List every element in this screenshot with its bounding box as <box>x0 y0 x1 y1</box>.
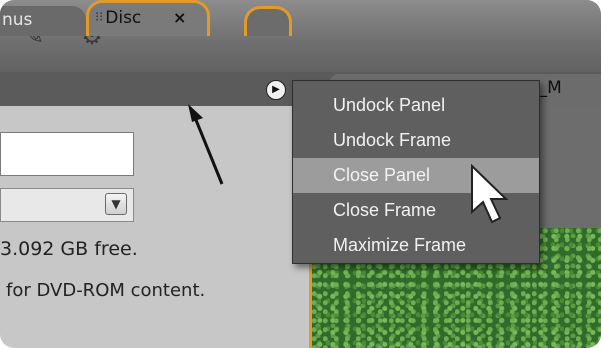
tab-left-label: nus <box>2 10 33 30</box>
mouse-cursor-icon <box>471 164 509 224</box>
free-space-label: 3.092 GB free. <box>0 238 138 260</box>
tab-disc[interactable]: ⁝⁝ Disc × <box>86 0 210 36</box>
close-icon[interactable]: × <box>173 3 186 33</box>
menu-item-undock-panel[interactable]: Undock Panel <box>293 88 539 123</box>
panel-menu-button-icon[interactable]: ▶ <box>266 80 286 100</box>
free-space-text: 3.092 GB free. <box>0 238 138 260</box>
grip-icon[interactable]: ⁝⁝ <box>95 3 103 33</box>
disc-panel: ▼ 3.092 GB free. for DVD-ROM content. <box>0 106 312 348</box>
panel-menu-tab[interactable] <box>244 6 292 36</box>
menu-item-maximize-frame[interactable]: Maximize Frame <box>293 228 539 263</box>
app-window: ✎ ⚙ nus ⁝⁝Disc × ▶ ball_M ▼ 3.092 GB fre… <box>0 0 601 348</box>
disc-name-field[interactable] <box>0 132 134 176</box>
disc-select[interactable]: ▼ <box>0 188 134 222</box>
chevron-down-icon[interactable]: ▼ <box>105 193 127 215</box>
tab-left[interactable]: nus <box>0 6 86 36</box>
dvd-content-label: for DVD-ROM content. <box>6 280 206 301</box>
menu-item-undock-frame[interactable]: Undock Frame <box>293 123 539 158</box>
tab-disc-label: Disc <box>105 8 142 28</box>
